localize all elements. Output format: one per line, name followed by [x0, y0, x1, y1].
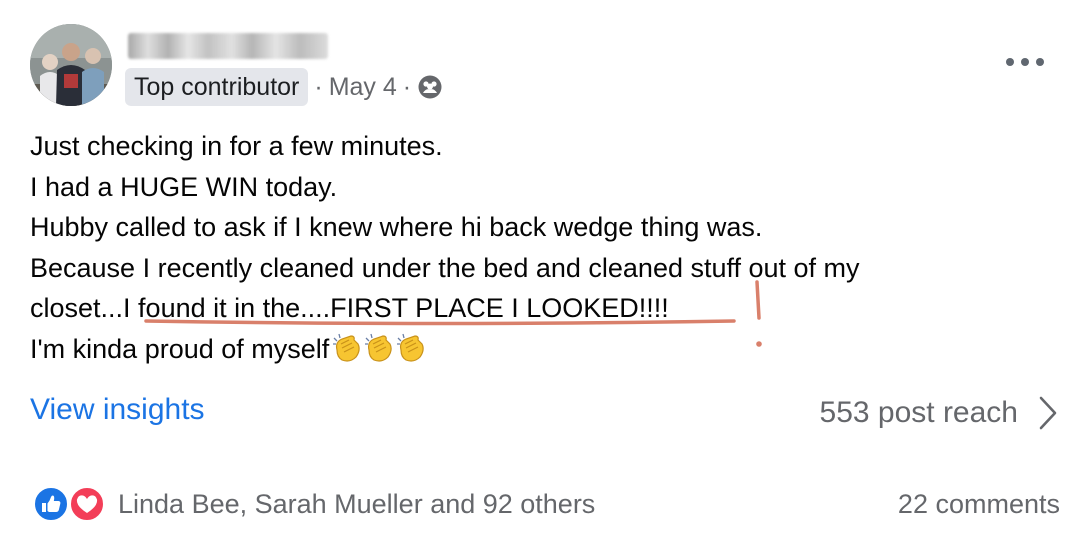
reactors-text: Linda Bee, Sarah Mueller and 92 others: [118, 488, 596, 519]
post-line: Hubby called to ask if I knew where hi b…: [30, 212, 763, 242]
clapping-hands-emojis: [331, 332, 427, 364]
comments-count-button[interactable]: 22 comments: [898, 484, 1060, 524]
more-options-icon[interactable]: [1006, 52, 1044, 72]
post-meta: Top contributor · May 4 ·: [125, 68, 443, 106]
clapping-hands-icon: [333, 333, 361, 362]
post-line: I'm kinda proud of myself: [30, 329, 1030, 370]
post-line: I had a HUGE WIN today.: [30, 171, 338, 202]
post-reach-label: 553 post reach: [819, 396, 1018, 429]
top-contributor-badge[interactable]: Top contributor: [125, 68, 309, 106]
post-line-text: I'm kinda proud of myself: [30, 333, 330, 364]
clapping-hands-icon: [365, 333, 393, 362]
author-avatar[interactable]: [30, 24, 112, 106]
meta-separator: ·: [314, 72, 323, 101]
reactions-summary[interactable]: Linda Bee, Sarah Mueller and 92 others: [32, 484, 595, 524]
post-reach-button[interactable]: 553 post reach: [820, 390, 1058, 436]
post-card: Top contributor · May 4 · Just checking …: [0, 0, 1078, 538]
reaction-icons: [32, 485, 108, 523]
post-date[interactable]: May 4: [329, 73, 397, 102]
chevron-right-icon: [1039, 396, 1057, 430]
view-insights-link[interactable]: View insights: [30, 393, 205, 427]
post-line: Because I recently cleaned under the bed…: [30, 252, 860, 283]
avatar-photo: [30, 24, 112, 106]
post-line-prefix: closet...: [30, 293, 124, 323]
post-line: Just checking in for a few minutes.: [30, 131, 443, 161]
group-icon: [417, 74, 443, 100]
clapping-hands-icon: [397, 333, 425, 362]
post-body: Just checking in for a few minutes. I ha…: [30, 126, 1030, 369]
reaction-icons-graphic: [33, 486, 105, 522]
highlighted-text: I found it in the....FIRST PLACE I LOOKE…: [123, 293, 669, 323]
post-line: closet...I found it in the....FIRST PLAC…: [30, 288, 1030, 329]
author-name-redacted[interactable]: [128, 33, 328, 59]
meta-separator: ·: [402, 72, 412, 101]
like-icon: [33, 486, 69, 522]
love-icon: [69, 486, 105, 522]
